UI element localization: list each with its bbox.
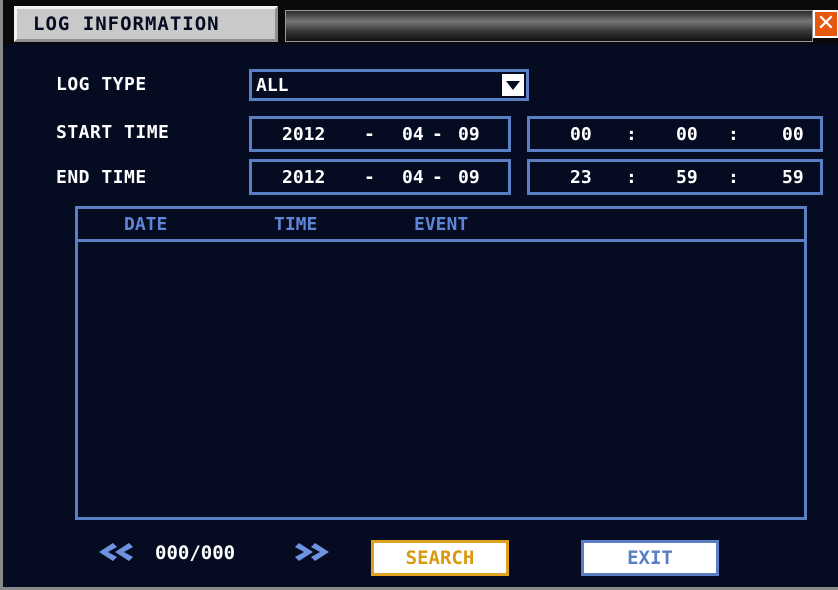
end-date-sep-1: - xyxy=(364,167,375,188)
start-time-sep-2: : xyxy=(728,124,739,145)
log-information-window: LOG INFORMATION ✕ LOG TYPE ALL START TIM… xyxy=(0,0,838,590)
end-second[interactable]: 59 xyxy=(782,167,804,188)
log-type-value: ALL xyxy=(256,75,289,96)
end-time-label: END TIME xyxy=(56,167,147,188)
column-date: DATE xyxy=(124,214,168,235)
end-month[interactable]: 04 xyxy=(402,167,424,188)
log-type-select[interactable]: ALL xyxy=(249,69,529,101)
start-date-sep-2: - xyxy=(432,124,443,145)
exit-button[interactable]: EXIT xyxy=(581,540,719,576)
start-day[interactable]: 09 xyxy=(458,124,480,145)
log-type-label: LOG TYPE xyxy=(56,74,147,95)
close-icon[interactable]: ✕ xyxy=(813,10,838,38)
end-time-sep-2: : xyxy=(728,167,739,188)
start-minute[interactable]: 00 xyxy=(676,124,698,145)
start-year[interactable]: 2012 xyxy=(282,124,325,145)
end-day[interactable]: 09 xyxy=(458,167,480,188)
column-time: TIME xyxy=(274,214,318,235)
table-header: DATE TIME EVENT xyxy=(78,209,804,242)
log-table[interactable]: DATE TIME EVENT xyxy=(75,206,807,520)
end-hour[interactable]: 23 xyxy=(570,167,592,188)
table-body xyxy=(78,242,804,517)
window-title: LOG INFORMATION xyxy=(14,6,278,42)
start-date-field[interactable]: 2012 - 04 - 09 xyxy=(249,116,511,152)
title-bar: LOG INFORMATION ✕ xyxy=(3,0,838,44)
column-event: EVENT xyxy=(414,214,469,235)
start-time-label: START TIME xyxy=(56,122,170,143)
end-date-field[interactable]: 2012 - 04 - 09 xyxy=(249,159,511,195)
start-hour[interactable]: 00 xyxy=(570,124,592,145)
end-time-sep-1: : xyxy=(626,167,637,188)
end-date-sep-2: - xyxy=(432,167,443,188)
triangle-down-icon[interactable] xyxy=(502,74,524,96)
start-time-field[interactable]: 00 : 00 : 00 xyxy=(527,116,823,152)
double-chevron-left-icon[interactable] xyxy=(95,541,133,563)
start-month[interactable]: 04 xyxy=(402,124,424,145)
page-counter: 000/000 xyxy=(155,542,236,564)
end-year[interactable]: 2012 xyxy=(282,167,325,188)
start-second[interactable]: 00 xyxy=(782,124,804,145)
search-button[interactable]: SEARCH xyxy=(371,540,509,576)
double-chevron-right-icon[interactable] xyxy=(295,541,333,563)
title-bar-stripe xyxy=(285,10,813,42)
start-date-sep-1: - xyxy=(364,124,375,145)
end-minute[interactable]: 59 xyxy=(676,167,698,188)
end-time-field[interactable]: 23 : 59 : 59 xyxy=(527,159,823,195)
start-time-sep-1: : xyxy=(626,124,637,145)
